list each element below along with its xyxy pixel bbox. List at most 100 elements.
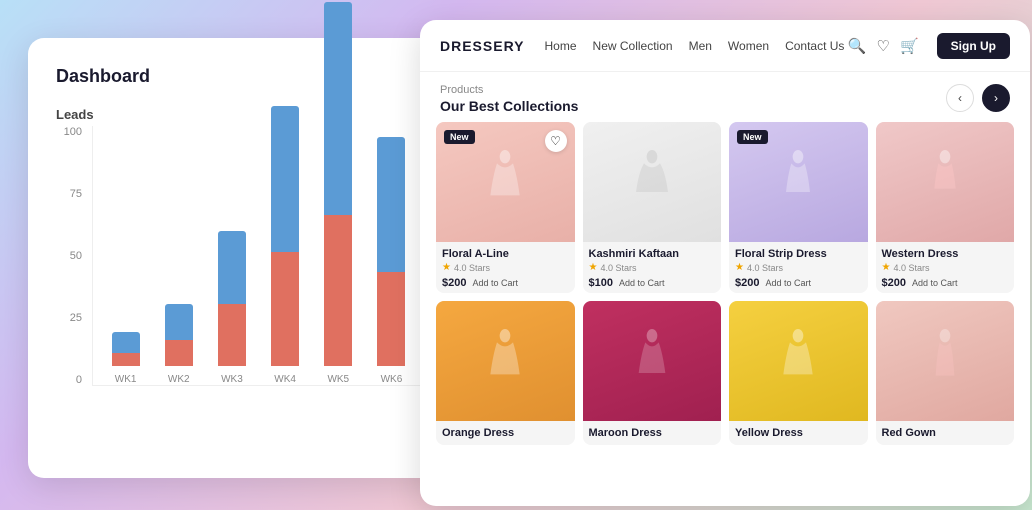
bar-group-wk2: WK2	[158, 304, 199, 385]
bar-salmon-wk3	[218, 304, 246, 366]
product-name-western-dress: Western Dress	[882, 248, 1009, 260]
product-price-western-dress: $200	[882, 277, 906, 289]
bar-label-wk2: WK2	[168, 374, 190, 385]
nav-icons: 🔍 ♡ 🛒 Sign Up	[848, 33, 1010, 59]
bar-group-wk6: WK6	[371, 137, 412, 385]
chart-y-labels: 100 75 50 25 0	[56, 126, 88, 386]
stars-text: 4.0 Stars	[893, 263, 929, 273]
bar-stack-wk3	[218, 231, 246, 366]
bar-label-wk5: WK5	[327, 374, 349, 385]
product-image-orange-dress	[436, 301, 575, 421]
bar-label-wk4: WK4	[274, 374, 296, 385]
product-price-kashmiri-kaftaan: $100	[589, 277, 613, 289]
product-name-maroon-dress: Maroon Dress	[589, 427, 716, 439]
product-name-kashmiri-kaftaan: Kashmiri Kaftaan	[589, 248, 716, 260]
bar-blue-wk4	[271, 106, 299, 252]
product-card-red-gown: Red Gown	[876, 301, 1015, 445]
products-label: Products	[440, 84, 578, 96]
star-icon: ★	[882, 262, 891, 273]
product-image-red-gown	[876, 301, 1015, 421]
star-icon: ★	[442, 262, 451, 273]
products-title: Our Best Collections	[440, 98, 578, 114]
product-info-western-dress: Western Dress ★4.0 Stars $200 Add to Cart	[876, 242, 1015, 293]
product-price-floral-aline: $200	[442, 277, 466, 289]
shop-logo: DRESSERY	[440, 38, 525, 54]
product-image-western-dress	[876, 122, 1015, 242]
product-info-red-gown: Red Gown	[876, 421, 1015, 445]
bar-blue-wk3	[218, 231, 246, 304]
product-stars-western-dress: ★4.0 Stars	[882, 262, 1009, 273]
product-stars-floral-aline: ★4.0 Stars	[442, 262, 569, 273]
product-pricing-floral-aline: $200 Add to Cart	[442, 277, 569, 289]
product-pricing-kashmiri-kaftaan: $100 Add to Cart	[589, 277, 716, 289]
product-stars-floral-strip-dress: ★4.0 Stars	[735, 262, 862, 273]
nav-home[interactable]: Home	[545, 39, 577, 53]
bar-group-wk3: WK3	[211, 231, 252, 385]
dashboard-title: Dashboard	[56, 66, 420, 87]
nav-contact[interactable]: Contact Us	[785, 39, 844, 53]
star-icon: ★	[735, 262, 744, 273]
product-image-kashmiri-kaftaan	[583, 122, 722, 242]
bar-label-wk3: WK3	[221, 374, 243, 385]
product-image-floral-strip-dress: New	[729, 122, 868, 242]
nav-women[interactable]: Women	[728, 39, 769, 53]
wishlist-button-floral-aline[interactable]: ♡	[545, 130, 567, 152]
nav-new-collection[interactable]: New Collection	[593, 39, 673, 53]
bar-group-wk1: WK1	[105, 332, 146, 385]
product-info-floral-strip-dress: Floral Strip Dress ★4.0 Stars $200Add to C…	[729, 242, 868, 293]
chart-y-title: Leads	[56, 107, 420, 122]
nav-links: Home New Collection Men Women Contact Us	[545, 39, 848, 53]
y-label-75: 75	[70, 188, 82, 200]
stars-text: 4.0 Stars	[600, 263, 636, 273]
search-icon[interactable]: 🔍	[848, 37, 867, 55]
product-card-yellow-dress: Yellow Dress	[729, 301, 868, 445]
cart-icon[interactable]: 🛒	[900, 37, 919, 55]
bar-salmon-wk4	[271, 252, 299, 366]
product-card-maroon-dress: Maroon Dress	[583, 301, 722, 445]
nav-arrows: ‹ ›	[946, 84, 1010, 112]
signup-button[interactable]: Sign Up	[937, 33, 1010, 59]
wishlist-icon[interactable]: ♡	[877, 37, 890, 55]
add-to-cart-kashmiri-kaftaan[interactable]: Add to Cart	[619, 278, 665, 288]
product-card-floral-aline: New ♡ Floral A-Line ★4.0 Stars $200 Add to Ca…	[436, 122, 575, 293]
product-card-orange-dress: Orange Dress	[436, 301, 575, 445]
bar-blue-wk1	[112, 332, 140, 353]
prev-arrow-button[interactable]: ‹	[946, 84, 974, 112]
nav-men[interactable]: Men	[689, 39, 712, 53]
stars-text: 4.0 Stars	[454, 263, 490, 273]
bar-stack-wk2	[165, 304, 193, 366]
chart-container: Leads 100 75 50 25 0 WK1 WK2 WK3 WK4 WK5 WK6	[56, 107, 420, 447]
new-badge-floral-aline: New	[444, 130, 475, 144]
product-pricing-floral-strip-dress: $200Add to Cart	[735, 277, 862, 289]
y-label-0: 0	[76, 374, 82, 386]
add-to-cart-western-dress[interactable]: Add to Cart	[912, 278, 958, 288]
next-arrow-button[interactable]: ›	[982, 84, 1010, 112]
add-to-cart-floral-aline[interactable]: Add to Cart	[472, 278, 518, 288]
shop-nav: DRESSERY Home New Collection Men Women C…	[420, 20, 1030, 72]
product-info-yellow-dress: Yellow Dress	[729, 421, 868, 445]
products-grid: New♡Floral A-Line★4.0 Stars$200Add to Ca…	[420, 122, 1030, 445]
product-name-floral-strip-dress: Floral Strip Dress	[735, 248, 862, 260]
y-label-100: 100	[64, 126, 82, 138]
bar-blue-wk6	[377, 137, 405, 272]
product-card-western-dress: Western Dress ★4.0 Stars $200 Add to Cart	[876, 122, 1015, 293]
bar-stack-wk1	[112, 332, 140, 366]
chart-area: WK1 WK2 WK3 WK4 WK5 WK6	[92, 126, 420, 386]
product-pricing-western-dress: $200 Add to Cart	[882, 277, 1009, 289]
bar-stack-wk6	[377, 137, 405, 366]
add-to-cart-floral-strip-dress[interactable]: Add to Cart	[765, 278, 811, 288]
product-name-floral-aline: Floral A-Line	[442, 248, 569, 260]
bar-blue-wk2	[165, 304, 193, 340]
y-label-25: 25	[70, 312, 82, 324]
bar-label-wk1: WK1	[115, 374, 137, 385]
products-header: Products Our Best Collections ‹ ›	[420, 72, 1030, 122]
bar-blue-wk5	[324, 2, 352, 215]
shop-card: DRESSERY Home New Collection Men Women C…	[420, 20, 1030, 506]
product-info-maroon-dress: Maroon Dress	[583, 421, 722, 445]
product-name-yellow-dress: Yellow Dress	[735, 427, 862, 439]
bar-salmon-wk2	[165, 340, 193, 366]
product-image-floral-aline: New ♡	[436, 122, 575, 242]
bar-salmon-wk1	[112, 353, 140, 366]
star-icon: ★	[589, 262, 598, 273]
product-info-orange-dress: Orange Dress	[436, 421, 575, 445]
